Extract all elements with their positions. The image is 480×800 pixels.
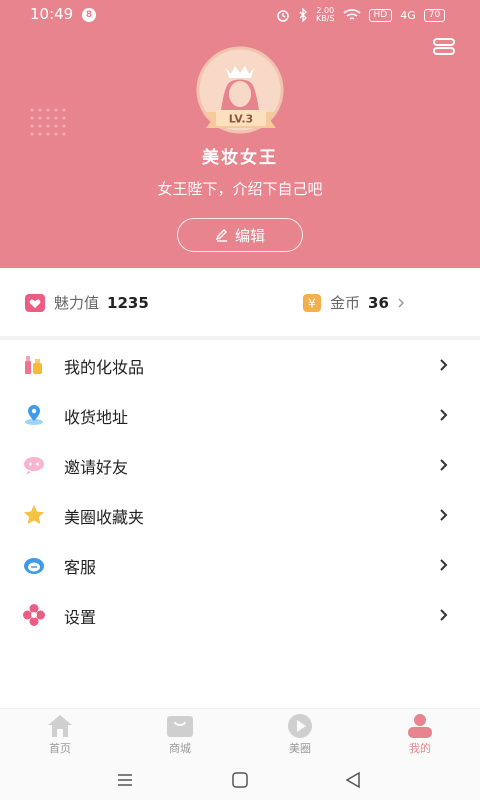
svg-text:¥: ¥ — [308, 296, 316, 310]
user-bio: 女王陛下，介绍下自己吧 — [157, 180, 323, 198]
status-icons: 2.00 KB/S HD 4G 70 — [276, 6, 446, 23]
level-text: LV.3 — [229, 113, 253, 126]
chevron-right-icon — [440, 509, 448, 521]
nav-home[interactable]: 首页 — [20, 713, 100, 761]
decorative-dots — [28, 106, 68, 136]
notification-badge: 8 — [82, 8, 96, 22]
menu-item-settings[interactable]: 设置 — [0, 590, 480, 640]
status-time: 10:49 — [30, 5, 74, 23]
menu-item-favorites[interactable]: 美圈收藏夹 — [0, 490, 480, 540]
menu-item-label: 客服 — [64, 558, 97, 577]
pencil-icon — [215, 229, 227, 242]
nav-label: 首页 — [49, 742, 71, 755]
edit-profile-button[interactable]: 编辑 — [177, 218, 303, 252]
chevron-right-icon — [398, 297, 404, 308]
profile-header: 10:49 8 2.00 KB/S HD 4G 70 LV.3 美妆女王 女王陛下… — [0, 0, 480, 268]
coin-value: 36 — [368, 293, 389, 312]
network-speed: 2.00 KB/S — [316, 6, 335, 23]
menu-item-invite[interactable]: 邀请好友 — [0, 440, 480, 490]
chevron-right-icon — [440, 609, 448, 621]
profile-icon — [408, 714, 432, 738]
bottom-nav: 首页 商城 美圈 我的 — [0, 708, 480, 761]
chevron-right-icon — [440, 559, 448, 571]
collapse-menu-icon[interactable] — [432, 36, 456, 56]
menu-item-label: 美圈收藏夹 — [64, 508, 145, 527]
back-icon[interactable] — [344, 770, 362, 790]
nav-label: 我的 — [409, 742, 431, 755]
menu-list: 我的化妆品 收货地址 邀请好友 美圈收藏夹 客服 设置 — [0, 340, 480, 708]
nav-label: 商城 — [169, 742, 191, 755]
charm-stat[interactable]: 魅力值 1235 — [24, 292, 149, 313]
battery-indicator: 70 — [423, 8, 446, 22]
flower-settings-icon — [23, 604, 45, 626]
menu-item-label: 邀请好友 — [64, 458, 129, 477]
menu-item-customer-service[interactable]: 客服 — [0, 540, 480, 590]
cosmetics-icon — [25, 356, 42, 374]
star-icon — [24, 505, 44, 524]
nav-mine[interactable]: 我的 — [380, 713, 460, 761]
shopping-bag-icon — [167, 716, 193, 737]
level-ribbon: LV.3 — [206, 110, 276, 128]
chevron-right-icon — [440, 459, 448, 471]
alarm-icon — [277, 10, 289, 22]
edit-label: 编辑 — [234, 226, 265, 245]
coin-icon: ¥ — [303, 293, 321, 312]
status-bar: 10:49 8 2.00 KB/S HD 4G 70 — [0, 0, 480, 30]
stats-bar: 魅力值 1235 ¥ 金币 36 — [0, 268, 480, 336]
bluetooth-icon — [299, 8, 307, 22]
username: 美妆女王 — [202, 148, 278, 168]
menu-item-address[interactable]: 收货地址 — [0, 390, 480, 440]
menu-item-label: 收货地址 — [64, 408, 129, 427]
headset-icon — [24, 558, 44, 574]
recent-apps-icon[interactable] — [116, 770, 134, 790]
home-icon — [48, 715, 72, 737]
coin-label: 金币 — [330, 294, 361, 312]
location-pin-icon — [25, 405, 43, 425]
nav-beauty-circle[interactable]: 美圈 — [260, 713, 340, 761]
charm-label: 魅力值 — [54, 294, 100, 312]
menu-item-label: 我的化妆品 — [64, 358, 145, 377]
chevron-right-icon — [440, 359, 448, 371]
home-button-icon[interactable] — [230, 770, 250, 790]
coin-stat[interactable]: ¥ 金币 36 — [302, 292, 405, 313]
nav-mall[interactable]: 商城 — [140, 713, 220, 761]
nav-label: 美圈 — [289, 742, 311, 755]
menu-item-cosmetics[interactable]: 我的化妆品 — [0, 340, 480, 390]
play-icon — [288, 714, 312, 738]
chevron-right-icon — [440, 409, 448, 421]
menu-item-label: 设置 — [64, 608, 97, 627]
hd-badge: HD — [368, 8, 393, 22]
heart-icon — [25, 293, 45, 312]
network-type: 4G — [400, 8, 416, 22]
wifi-icon — [342, 9, 361, 20]
system-navigation-bar — [0, 760, 480, 800]
charm-value: 1235 — [107, 293, 149, 312]
invite-friends-icon — [24, 457, 44, 475]
